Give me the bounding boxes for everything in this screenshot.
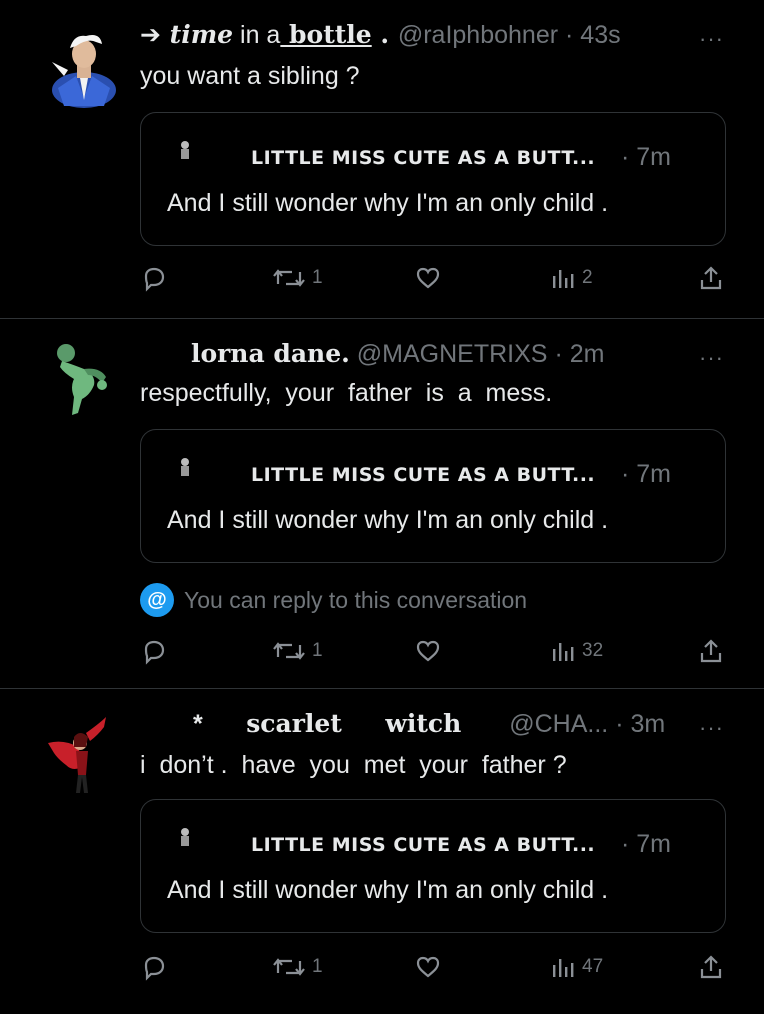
bar-chart-icon bbox=[553, 270, 574, 288]
quote-text: And I still wonder why I'm an only child… bbox=[167, 506, 609, 534]
reply-permission-notice: @ You can reply to this conversation bbox=[140, 583, 527, 617]
quote-timestamp: · 7m bbox=[621, 460, 671, 488]
display-name[interactable]: lorna dane. bbox=[191, 339, 350, 368]
quote-text: And I still wonder why I'm an only child… bbox=[167, 876, 609, 904]
like-button[interactable] bbox=[414, 258, 442, 298]
star-icon: * bbox=[192, 710, 203, 738]
quote-timestamp: · 7m bbox=[621, 143, 671, 171]
tweet-header: lorna dane. @MAGNETRIXS · 2m bbox=[190, 339, 605, 368]
views-button[interactable]: 32 bbox=[550, 631, 603, 671]
quote-avatar bbox=[181, 458, 189, 476]
share-icon bbox=[700, 266, 722, 290]
quote-author-name: LITTLE MISS CUTE AS A BUTT... bbox=[251, 464, 596, 486]
tweet[interactable]: lorna dane. @MAGNETRIXS · 2m ··· respect… bbox=[0, 319, 764, 688]
tweet-header: * scarlet witch @CHA... · 3m bbox=[192, 709, 666, 738]
retweet-button[interactable]: 1 bbox=[272, 258, 323, 298]
user-handle[interactable]: @MAGNETRIXS bbox=[357, 340, 548, 368]
at-mention-icon: @ bbox=[140, 583, 174, 617]
tweet-text: respectfully, your father is a mess. bbox=[140, 379, 553, 407]
retweet-icon bbox=[273, 958, 305, 976]
heart-icon bbox=[416, 267, 440, 289]
quoted-tweet[interactable]: LITTLE MISS CUTE AS A BUTT... · 7m And I… bbox=[140, 112, 726, 246]
quote-author-name: LITTLE MISS CUTE AS A BUTT... bbox=[251, 834, 596, 856]
quoted-tweet[interactable]: LITTLE MISS CUTE AS A BUTT... · 7m And I… bbox=[140, 429, 726, 563]
views-button[interactable]: 47 bbox=[550, 947, 603, 987]
reply-button[interactable] bbox=[140, 258, 168, 298]
timestamp[interactable]: 2m bbox=[570, 340, 605, 368]
share-button[interactable] bbox=[698, 258, 724, 298]
display-name[interactable]: * scarlet witch bbox=[193, 709, 461, 738]
retweet-count: 1 bbox=[312, 640, 323, 661]
quote-avatar bbox=[181, 141, 189, 159]
reply-button[interactable] bbox=[140, 631, 168, 671]
timestamp[interactable]: 3m bbox=[630, 710, 665, 738]
tweet[interactable]: * scarlet witch @CHA... · 3m ··· i don’t… bbox=[0, 689, 764, 1014]
retweet-icon bbox=[273, 269, 305, 287]
action-bar: 1 32 bbox=[0, 631, 764, 671]
user-avatar[interactable] bbox=[44, 713, 124, 793]
more-options-icon[interactable]: ··· bbox=[699, 715, 724, 741]
user-handle[interactable]: @raIphbohner bbox=[398, 21, 558, 49]
share-button[interactable] bbox=[698, 947, 724, 987]
more-options-icon[interactable]: ··· bbox=[699, 26, 724, 52]
tweet-text: you want a sibling ? bbox=[140, 62, 360, 90]
reply-icon bbox=[144, 267, 165, 292]
retweet-count: 1 bbox=[312, 956, 323, 977]
view-count: 2 bbox=[582, 267, 593, 288]
like-button[interactable] bbox=[414, 947, 442, 987]
share-icon bbox=[700, 955, 722, 979]
retweet-count: 1 bbox=[312, 267, 323, 288]
bar-chart-icon bbox=[553, 959, 574, 977]
retweet-button[interactable]: 1 bbox=[272, 947, 323, 987]
like-button[interactable] bbox=[414, 631, 442, 671]
arrow-icon: ➔ bbox=[140, 20, 161, 49]
quote-author-name: LITTLE MISS CUTE AS A BUTT... bbox=[251, 147, 596, 169]
user-avatar[interactable] bbox=[44, 339, 124, 419]
retweet-button[interactable]: 1 bbox=[272, 631, 323, 671]
reply-icon bbox=[144, 956, 165, 981]
action-bar: 1 47 bbox=[0, 947, 764, 987]
view-count: 32 bbox=[582, 640, 604, 661]
share-icon bbox=[700, 639, 722, 663]
retweet-icon bbox=[273, 642, 305, 660]
action-bar: 1 2 bbox=[0, 258, 764, 298]
timestamp[interactable]: 43s bbox=[580, 21, 620, 49]
quote-text: And I still wonder why I'm an only child… bbox=[167, 189, 609, 217]
user-avatar[interactable] bbox=[44, 28, 124, 108]
reply-notice-text: You can reply to this conversation bbox=[184, 586, 528, 613]
quoted-tweet[interactable]: LITTLE MISS CUTE AS A BUTT... · 7m And I… bbox=[140, 799, 726, 933]
quote-timestamp: · 7m bbox=[621, 830, 671, 858]
views-button[interactable]: 2 bbox=[550, 258, 593, 298]
tweet-header: ➔ time in a bottle . @raIphbohner · 43s bbox=[140, 20, 621, 49]
heart-icon bbox=[416, 956, 440, 978]
reply-button[interactable] bbox=[140, 947, 168, 987]
heart-icon bbox=[416, 640, 440, 662]
tweet[interactable]: ➔ time in a bottle . @raIphbohner · 43s … bbox=[0, 0, 764, 318]
more-options-icon[interactable]: ··· bbox=[699, 345, 724, 371]
tweet-text: i don’t . have you met your father ? bbox=[140, 751, 567, 779]
reply-icon bbox=[144, 640, 165, 665]
bar-chart-icon bbox=[553, 643, 574, 661]
quote-avatar bbox=[181, 828, 189, 846]
display-name[interactable]: ➔ time in a bottle . bbox=[140, 20, 398, 49]
user-handle[interactable]: @CHA... bbox=[509, 710, 608, 738]
view-count: 47 bbox=[582, 956, 604, 977]
share-button[interactable] bbox=[698, 631, 724, 671]
